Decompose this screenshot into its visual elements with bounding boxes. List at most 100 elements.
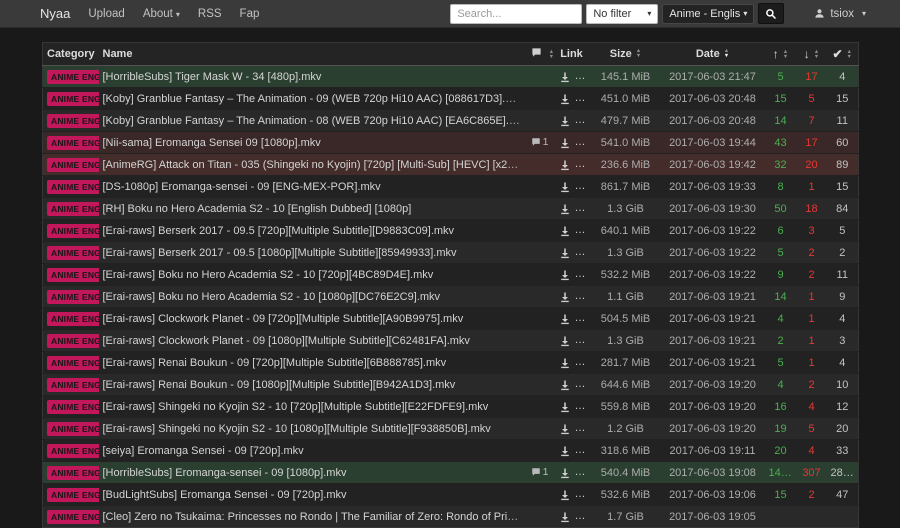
category-badge[interactable]: ANIME ENG xyxy=(47,246,99,260)
category-badge[interactable]: ANIME ENG xyxy=(47,444,99,458)
torrent-name-link[interactable]: [Koby] Granblue Fantasy – The Animation … xyxy=(103,93,526,105)
download-icon[interactable] xyxy=(559,71,571,83)
category-badge[interactable]: ANIME ENG xyxy=(47,158,99,172)
table-row: ANIME ENG [Erai-raws] Boku no Hero Acade… xyxy=(43,264,859,286)
header-seeders[interactable]: ↑▲▼ xyxy=(765,43,797,66)
leechers-cell: 307 xyxy=(797,462,827,484)
leechers-cell: 2 xyxy=(797,484,827,506)
completed-cell: 11 xyxy=(827,110,859,132)
table-row: ANIME ENG [Nii-sama] Eromanga Sensei 09 … xyxy=(43,132,859,154)
download-icon[interactable] xyxy=(559,203,571,215)
torrent-name-link[interactable]: [BudLightSubs] Eromanga Sensei - 09 [720… xyxy=(103,489,347,501)
download-icon[interactable] xyxy=(559,379,571,391)
category-badge[interactable]: ANIME ENG xyxy=(47,136,99,150)
category-badge[interactable]: ANIME ENG xyxy=(47,224,99,238)
header-leechers[interactable]: ↓▲▼ xyxy=(797,43,827,66)
category-badge[interactable]: ANIME ENG xyxy=(47,400,99,414)
search-input[interactable] xyxy=(450,4,582,24)
download-icon[interactable] xyxy=(559,401,571,413)
category-badge[interactable]: ANIME ENG xyxy=(47,180,99,194)
category-badge[interactable]: ANIME ENG xyxy=(47,356,99,370)
completed-cell: 89 xyxy=(827,154,859,176)
header-size[interactable]: Size▲▼ xyxy=(591,43,661,66)
torrent-name-link[interactable]: [Erai-raws] Renai Boukun - 09 [1080p][Mu… xyxy=(103,379,456,391)
download-icon[interactable] xyxy=(559,137,571,149)
header-date[interactable]: Date▲▼ xyxy=(661,43,765,66)
torrent-name-link[interactable]: [Erai-raws] Berserk 2017 - 09.5 [720p][M… xyxy=(103,225,455,237)
download-icon[interactable] xyxy=(559,511,571,523)
completed-cell: 11 xyxy=(827,264,859,286)
seeders-cell xyxy=(765,506,797,528)
comments-link[interactable]: 1 xyxy=(531,136,549,148)
download-icon[interactable] xyxy=(559,225,571,237)
completed-cell: 3 xyxy=(827,330,859,352)
category-badge[interactable]: ANIME ENG xyxy=(47,312,99,326)
download-icon[interactable] xyxy=(559,115,571,127)
torrent-name-link[interactable]: [Erai-raws] Shingeki no Kyojin S2 - 10 [… xyxy=(103,401,489,413)
category-badge[interactable]: ANIME ENG xyxy=(47,92,99,106)
nav-item-fap[interactable]: Fap xyxy=(240,8,260,20)
category-badge[interactable]: ANIME ENG xyxy=(47,114,99,128)
torrent-name-link[interactable]: [RH] Boku no Hero Academia S2 - 10 [Engl… xyxy=(103,203,412,215)
nav-item-rss[interactable]: RSS xyxy=(198,8,222,20)
download-icon[interactable] xyxy=(559,357,571,369)
download-icon[interactable] xyxy=(559,291,571,303)
category-badge[interactable]: ANIME ENG xyxy=(47,268,99,282)
category-badge[interactable]: ANIME ENG xyxy=(47,202,99,216)
size-cell: 451.0 MiB xyxy=(591,88,661,110)
size-cell: 541.0 MiB xyxy=(591,132,661,154)
download-icon[interactable] xyxy=(559,93,571,105)
size-cell: 318.6 MiB xyxy=(591,440,661,462)
torrent-name-link[interactable]: [Erai-raws] Boku no Hero Academia S2 - 1… xyxy=(103,291,441,303)
nav-item-upload[interactable]: Upload xyxy=(88,8,124,20)
torrent-name-link[interactable]: [Nii-sama] Eromanga Sensei 09 [1080p].mk… xyxy=(103,137,321,149)
category-badge[interactable]: ANIME ENG xyxy=(47,488,99,502)
category-badge[interactable]: ANIME ENG xyxy=(47,466,99,480)
download-icon[interactable] xyxy=(559,247,571,259)
torrent-name-link[interactable]: [Erai-raws] Clockwork Planet - 09 [720p]… xyxy=(103,313,464,325)
torrent-name-link[interactable]: [HorribleSubs] Eromanga-sensei - 09 [108… xyxy=(103,467,347,479)
completed-cell: 2877 xyxy=(827,462,859,484)
torrent-name-link[interactable]: [Erai-raws] Clockwork Planet - 09 [1080p… xyxy=(103,335,470,347)
torrent-name-link[interactable]: [DS-1080p] Eromanga-sensei - 09 [ENG-MEX… xyxy=(103,181,381,193)
download-icon[interactable] xyxy=(559,159,571,171)
leechers-cell: 1 xyxy=(797,330,827,352)
torrent-name-link[interactable]: [AnimeRG] Attack on Titan - 035 (Shingek… xyxy=(103,159,527,171)
download-icon[interactable] xyxy=(559,313,571,325)
date-cell: 2017-06-03 19:21 xyxy=(661,286,765,308)
category-badge[interactable]: ANIME ENG xyxy=(47,378,99,392)
torrent-name-link[interactable]: [HorribleSubs] Tiger Mask W - 34 [480p].… xyxy=(103,71,322,83)
torrent-name-link[interactable]: [seiya] Eromanga Sensei - 09 [720p].mkv xyxy=(103,445,304,457)
brand-link[interactable]: Nyaa xyxy=(40,6,70,21)
seeders-cell: 15 xyxy=(765,484,797,506)
download-icon[interactable] xyxy=(559,489,571,501)
date-cell: 2017-06-03 19:05 xyxy=(661,506,765,528)
torrent-name-link[interactable]: [Erai-raws] Renai Boukun - 09 [720p][Mul… xyxy=(103,357,447,369)
download-icon[interactable] xyxy=(559,269,571,281)
category-badge[interactable]: ANIME ENG xyxy=(47,422,99,436)
category-badge[interactable]: ANIME ENG xyxy=(47,70,99,84)
download-icon[interactable] xyxy=(559,445,571,457)
category-badge[interactable]: ANIME ENG xyxy=(47,290,99,304)
category-badge[interactable]: ANIME ENG xyxy=(47,510,99,524)
download-icon[interactable] xyxy=(559,335,571,347)
filter-select[interactable]: No filter ▾ xyxy=(586,4,658,24)
category-badge[interactable]: ANIME ENG xyxy=(47,334,99,348)
user-menu[interactable]: tsiox ▾ xyxy=(814,8,866,20)
torrent-name-link[interactable]: [Koby] Granblue Fantasy – The Animation … xyxy=(103,115,527,127)
torrent-name-link[interactable]: [Erai-raws] Berserk 2017 - 09.5 [1080p][… xyxy=(103,247,457,259)
search-button[interactable] xyxy=(758,3,784,24)
nav-item-about[interactable]: About▾ xyxy=(143,8,180,20)
header-comments[interactable]: ▲▼ xyxy=(527,43,553,66)
torrent-name-link[interactable]: [Erai-raws] Shingeki no Kyojin S2 - 10 [… xyxy=(103,423,491,435)
torrent-name-link[interactable]: [Erai-raws] Boku no Hero Academia S2 - 1… xyxy=(103,269,434,281)
sort-icon: ▲▼ xyxy=(724,49,729,59)
category-select[interactable]: Anime - Englis ▾ xyxy=(662,4,754,24)
comments-link[interactable]: 1 xyxy=(531,466,549,478)
download-icon[interactable] xyxy=(559,423,571,435)
download-icon[interactable] xyxy=(559,467,571,479)
download-icon[interactable] xyxy=(559,181,571,193)
comment-count: 1 xyxy=(543,136,549,148)
header-completed[interactable]: ✔▲▼ xyxy=(827,43,859,66)
torrent-name-link[interactable]: [Cleo] Zero no Tsukaima: Princesses no R… xyxy=(103,511,527,523)
